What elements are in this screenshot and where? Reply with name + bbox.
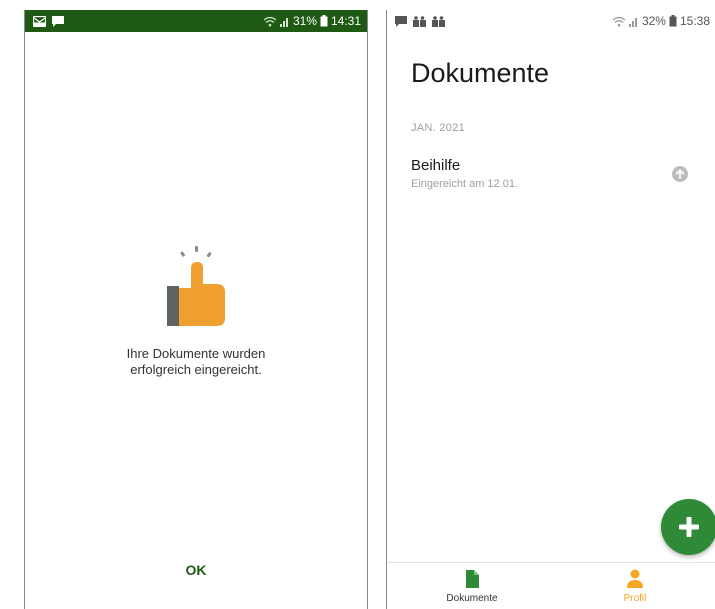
teams-icon	[432, 15, 445, 27]
status-bar: 32% 15:38	[387, 10, 715, 32]
signal-icon	[628, 16, 639, 27]
clock: 14:31	[330, 14, 361, 28]
battery-percent: 32%	[641, 14, 666, 28]
upload-icon	[671, 165, 689, 183]
thumbs-up-icon	[165, 238, 229, 328]
nav-item-profil[interactable]: Profil	[580, 563, 690, 609]
nav-label: Profil	[623, 593, 647, 604]
nav-label: Dokumente	[446, 593, 498, 604]
document-icon	[463, 569, 481, 589]
success-message-line-1: Ihre Dokumente wurden	[126, 346, 266, 361]
battery-percent: 31%	[292, 14, 317, 28]
battery-icon	[669, 15, 677, 27]
mail-notification-icon	[33, 15, 46, 27]
document-list-item[interactable]: Beihilfe Eingereicht am 12.01.	[387, 155, 715, 205]
nav-item-dokumente[interactable]: Dokumente	[417, 563, 527, 609]
ok-button[interactable]: OK	[171, 558, 221, 582]
wifi-icon	[612, 16, 626, 27]
add-document-button[interactable]	[661, 499, 715, 555]
bottom-navigation: Dokumente Profil	[387, 562, 715, 609]
documents-screen: 32% 15:38 Dokumente JAN. 2021 Beihilfe E…	[386, 10, 715, 609]
teams-icon	[413, 15, 426, 27]
plus-icon	[679, 517, 699, 537]
chat-notification-icon	[395, 15, 407, 27]
document-title: Beihilfe	[411, 157, 461, 174]
month-section-header: JAN. 2021	[411, 122, 466, 134]
success-message-line-2: erfolgreich eingereicht.	[130, 362, 262, 377]
person-icon	[626, 569, 644, 589]
clock: 15:38	[679, 14, 710, 28]
document-submitted-date: Eingereicht am 12.01.	[411, 178, 519, 190]
wifi-icon	[263, 16, 277, 27]
page-title: Dokumente	[411, 58, 550, 88]
battery-icon	[320, 15, 328, 27]
signal-icon	[279, 16, 290, 27]
chat-notification-icon	[52, 15, 64, 27]
success-message: Ihre Dokumente wurden erfolgreich einger…	[25, 346, 367, 378]
status-bar: 31% 14:31	[25, 10, 367, 32]
success-screen: 31% 14:31 Ihre Dokumente wurden erfolgre…	[24, 10, 368, 609]
